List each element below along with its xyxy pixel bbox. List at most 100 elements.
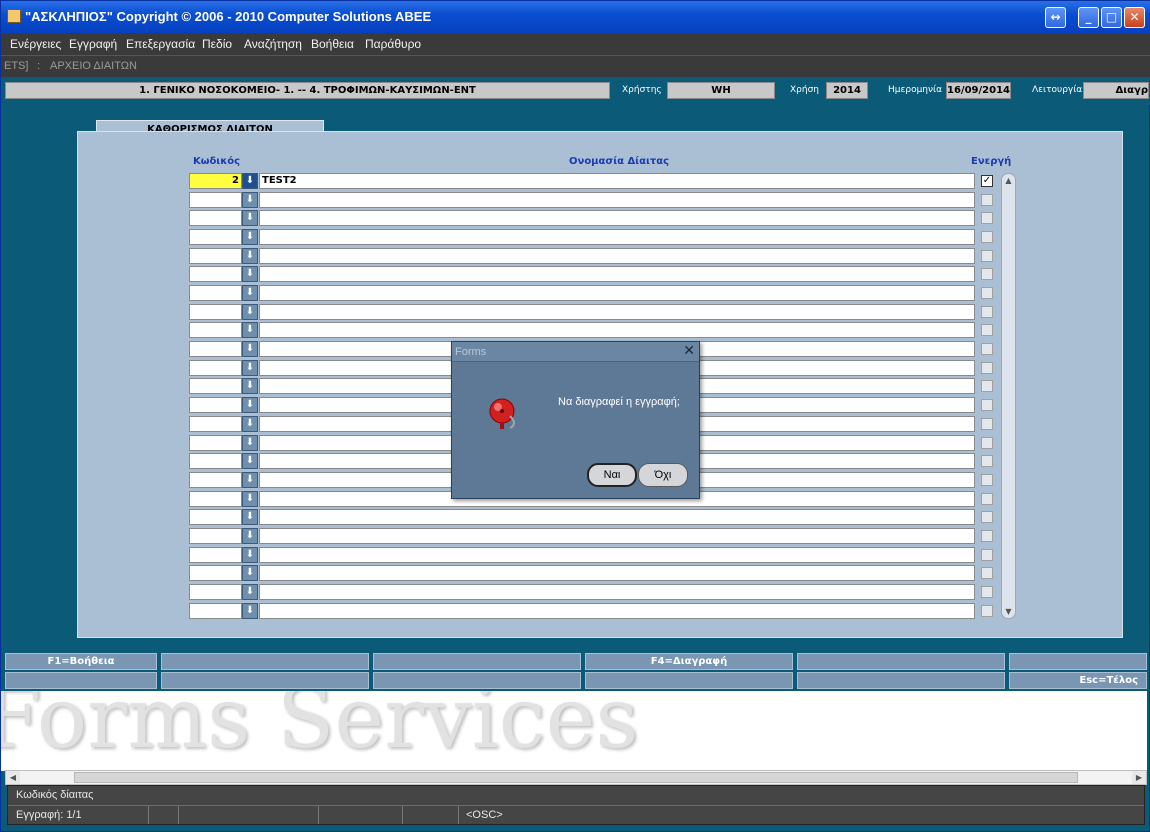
code-input[interactable] (189, 547, 242, 563)
active-checkbox[interactable] (981, 605, 993, 617)
vertical-scrollbar[interactable]: ▲ ▼ (1001, 173, 1016, 619)
fkey-empty[interactable] (161, 672, 369, 689)
lov-down-arrow-icon[interactable]: ⬇ (242, 173, 258, 189)
horizontal-scrollbar[interactable]: ◀ ▶ (5, 770, 1147, 785)
diet-name-input[interactable] (259, 229, 975, 245)
menu-actions[interactable]: Ενέργειες (10, 37, 61, 51)
lov-down-arrow-icon[interactable]: ⬇ (242, 491, 258, 507)
fkey-empty[interactable] (5, 672, 157, 689)
diet-name-input[interactable] (259, 528, 975, 544)
diet-name-input[interactable] (259, 509, 975, 525)
lov-down-arrow-icon[interactable]: ⬇ (242, 304, 258, 320)
lov-down-arrow-icon[interactable]: ⬇ (242, 565, 258, 581)
fkey-help[interactable]: F1=Βοήθεια (5, 653, 157, 670)
active-checkbox[interactable] (981, 399, 993, 411)
code-input[interactable] (189, 229, 242, 245)
lov-down-arrow-icon[interactable]: ⬇ (242, 416, 258, 432)
code-input[interactable] (189, 322, 242, 338)
code-input[interactable] (189, 416, 242, 432)
lov-down-arrow-icon[interactable]: ⬇ (242, 453, 258, 469)
active-checkbox[interactable] (981, 231, 993, 243)
lov-down-arrow-icon[interactable]: ⬇ (242, 266, 258, 282)
lov-down-arrow-icon[interactable]: ⬇ (242, 229, 258, 245)
active-checkbox[interactable] (981, 287, 993, 299)
code-input[interactable] (189, 472, 242, 488)
fkey-empty[interactable] (797, 672, 1005, 689)
lov-down-arrow-icon[interactable]: ⬇ (242, 603, 258, 619)
active-checkbox[interactable] (981, 343, 993, 355)
active-checkbox[interactable] (981, 549, 993, 561)
code-input[interactable] (189, 565, 242, 581)
scroll-right-icon[interactable]: ▶ (1132, 771, 1146, 784)
diet-name-input[interactable] (259, 304, 975, 320)
diet-name-input[interactable] (259, 248, 975, 264)
code-input[interactable] (189, 509, 242, 525)
active-checkbox[interactable] (981, 511, 993, 523)
fkey-empty[interactable] (797, 653, 1005, 670)
lov-down-arrow-icon[interactable]: ⬇ (242, 584, 258, 600)
lov-down-arrow-icon[interactable]: ⬇ (242, 360, 258, 376)
active-checkbox[interactable] (981, 362, 993, 374)
fkey-empty[interactable] (373, 672, 581, 689)
code-input[interactable] (189, 435, 242, 451)
lov-down-arrow-icon[interactable]: ⬇ (242, 210, 258, 226)
active-checkbox[interactable] (981, 250, 993, 262)
diet-name-input[interactable] (259, 322, 975, 338)
fkey-empty[interactable] (1009, 653, 1147, 670)
code-input[interactable] (189, 266, 242, 282)
diet-name-input[interactable] (259, 565, 975, 581)
fkey-delete[interactable]: F4=Διαγραφή (585, 653, 793, 670)
diet-name-input[interactable] (259, 192, 975, 208)
lov-down-arrow-icon[interactable]: ⬇ (242, 378, 258, 394)
lov-down-arrow-icon[interactable]: ⬇ (242, 285, 258, 301)
diet-name-input[interactable] (259, 603, 975, 619)
fkey-empty[interactable] (373, 653, 581, 670)
fkey-exit[interactable]: Esc=Τέλος (1009, 672, 1147, 689)
diet-name-input[interactable] (259, 266, 975, 282)
menu-search[interactable]: Αναζήτηση (244, 37, 302, 51)
maximize-button[interactable]: □ (1101, 7, 1122, 28)
active-checkbox[interactable] (981, 306, 993, 318)
diet-name-input[interactable] (259, 547, 975, 563)
code-input[interactable] (189, 528, 242, 544)
active-checkbox[interactable] (981, 324, 993, 336)
active-checkbox[interactable] (981, 530, 993, 542)
active-checkbox[interactable] (981, 194, 993, 206)
fkey-empty[interactable] (585, 672, 793, 689)
lov-down-arrow-icon[interactable]: ⬇ (242, 341, 258, 357)
active-checkbox[interactable] (981, 567, 993, 579)
lov-down-arrow-icon[interactable]: ⬇ (242, 192, 258, 208)
active-checkbox[interactable] (981, 474, 993, 486)
menu-record[interactable]: Εγγραφή (69, 37, 117, 51)
menu-edit[interactable]: Επεξεργασία (126, 37, 195, 51)
active-checkbox[interactable] (981, 455, 993, 467)
lov-down-arrow-icon[interactable]: ⬇ (242, 322, 258, 338)
active-checkbox[interactable] (981, 418, 993, 430)
active-checkbox[interactable] (981, 212, 993, 224)
lov-down-arrow-icon[interactable]: ⬇ (242, 397, 258, 413)
code-input[interactable] (189, 285, 242, 301)
lov-down-arrow-icon[interactable]: ⬇ (242, 248, 258, 264)
code-input[interactable] (189, 192, 242, 208)
diet-name-input[interactable] (259, 584, 975, 600)
code-input[interactable] (189, 453, 242, 469)
menu-field[interactable]: Πεδίο (202, 37, 232, 51)
fkey-empty[interactable] (161, 653, 369, 670)
minimize-button[interactable]: _ (1078, 7, 1099, 28)
code-input[interactable] (189, 584, 242, 600)
active-checkbox[interactable] (981, 268, 993, 280)
scroll-left-icon[interactable]: ◀ (6, 771, 20, 784)
active-checkbox[interactable]: ✓ (981, 175, 993, 187)
yes-button[interactable]: Ναι (587, 463, 637, 487)
menu-help[interactable]: Βοήθεια (311, 37, 354, 51)
diet-name-input[interactable]: TEST2 (259, 173, 975, 189)
lov-down-arrow-icon[interactable]: ⬇ (242, 509, 258, 525)
code-input[interactable] (189, 378, 242, 394)
diet-name-input[interactable] (259, 210, 975, 226)
code-input[interactable] (189, 397, 242, 413)
diet-name-input[interactable] (259, 285, 975, 301)
code-input[interactable] (189, 341, 242, 357)
code-input[interactable] (189, 603, 242, 619)
lov-down-arrow-icon[interactable]: ⬇ (242, 528, 258, 544)
active-checkbox[interactable] (981, 586, 993, 598)
